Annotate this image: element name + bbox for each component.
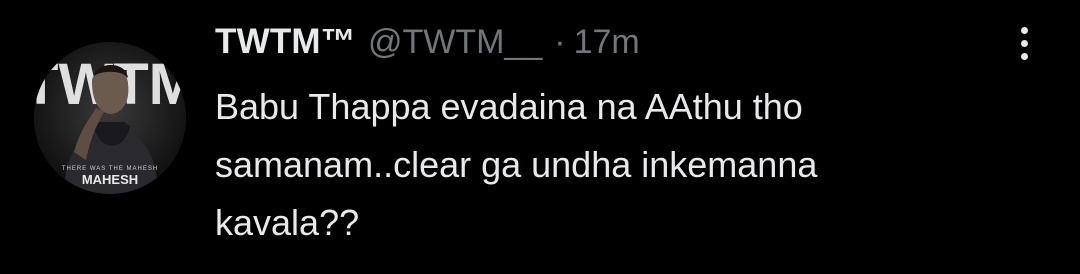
tweet-text-line: kavala?? (215, 202, 360, 243)
avatar-caption-name: MAHESH (82, 172, 138, 187)
menu-dot (1020, 52, 1028, 60)
tweet[interactable]: TWTM THERE WAS THE MAHESH MAHESH TWTM™ @… (0, 0, 1080, 274)
avatar[interactable]: TWTM THERE WAS THE MAHESH MAHESH (34, 42, 186, 194)
user-handle[interactable]: @TWTM__ (368, 23, 542, 62)
menu-dot (1020, 39, 1028, 47)
tweet-text-line: Babu Thappa evadaina na AAthu tho (215, 86, 803, 127)
tweet-text-line: samanam..clear ga undha inkemanna (215, 144, 818, 185)
tweet-header: TWTM™ @TWTM__ · 17m (215, 22, 640, 68)
avatar-image: TWTM THERE WAS THE MAHESH MAHESH (34, 42, 186, 194)
menu-dot (1020, 26, 1028, 34)
display-name[interactable]: TWTM™ (215, 22, 356, 62)
timestamp[interactable]: 17m (574, 23, 640, 62)
more-vertical-icon[interactable] (1004, 20, 1044, 66)
tweet-text: Babu Thappa evadaina na AAthu tho samana… (215, 78, 1015, 252)
separator-dot: · (554, 23, 566, 61)
